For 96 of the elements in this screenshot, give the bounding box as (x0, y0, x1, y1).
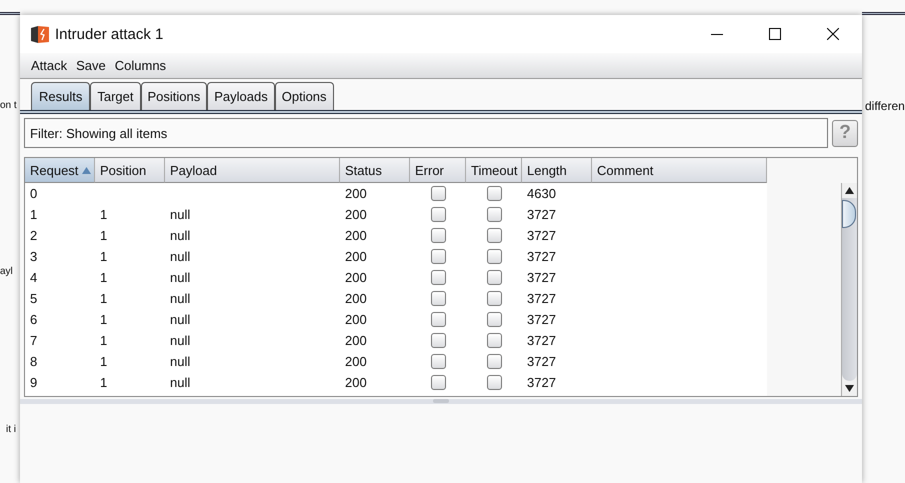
checkbox[interactable] (430, 291, 446, 306)
checkbox[interactable] (430, 354, 446, 369)
column-header[interactable]: Length (522, 158, 592, 183)
column-header[interactable]: Request (25, 158, 95, 183)
checkbox[interactable] (430, 312, 446, 327)
table-cell-text: 3727 (526, 332, 557, 350)
table-cell-text: 1 (99, 290, 108, 308)
checkbox[interactable] (486, 228, 502, 243)
menu-item[interactable]: Attack (31, 58, 68, 73)
table-cell-text: null (169, 227, 192, 245)
scrollbar[interactable] (841, 183, 857, 396)
table-cell-text: 7 (29, 332, 38, 350)
table-cell-text: 1 (99, 206, 108, 224)
app-icon (30, 24, 50, 44)
table-cell-text: 200 (344, 332, 368, 350)
column-header[interactable]: Position (95, 158, 165, 183)
table-cell-text: 3 (29, 248, 38, 266)
checkbox[interactable] (430, 249, 446, 264)
maximize-icon (769, 28, 781, 40)
table-cell-text: null (169, 290, 192, 308)
table-cell-text: 0 (29, 185, 38, 203)
background-text: on t (0, 99, 18, 113)
close-icon (827, 28, 839, 40)
checkbox[interactable] (486, 207, 502, 222)
menu-item[interactable]: Save (76, 58, 106, 73)
checkbox[interactable] (430, 228, 446, 243)
tab[interactable]: Payloads (207, 82, 275, 110)
filter-bar[interactable]: Filter: Showing all items (24, 118, 828, 148)
table-cell-text: 200 (344, 206, 368, 224)
table-cell-text: 200 (344, 227, 368, 245)
column-header[interactable]: Timeout (466, 158, 522, 183)
table-cell-text: 200 (344, 290, 368, 308)
checkbox[interactable] (486, 333, 502, 348)
column-header[interactable]: Status (340, 158, 410, 183)
table-cell-text: 3727 (526, 353, 557, 371)
background-text: differen (865, 99, 905, 113)
table-cell-text: 200 (344, 353, 368, 371)
table-cell-text: 8 (29, 353, 38, 371)
table-cell-text: null (169, 206, 192, 224)
checkbox[interactable] (486, 354, 502, 369)
checkbox[interactable] (486, 312, 502, 327)
checkbox[interactable] (486, 249, 502, 264)
checkbox[interactable] (430, 333, 446, 348)
table-cell-text: 1 (99, 311, 108, 329)
menu-item[interactable]: Columns (114, 58, 166, 73)
background-text: ayl (0, 265, 14, 279)
checkbox[interactable] (430, 270, 446, 285)
table-cell-text: 4630 (526, 185, 557, 203)
table-cell-text: 3727 (526, 290, 557, 308)
checkbox[interactable] (486, 375, 502, 390)
table-cell-text: 1 (99, 227, 108, 245)
table-cell-text: 3727 (526, 206, 557, 224)
table-cell-text: 6 (29, 311, 38, 329)
window-title: Intruder attack 1 (55, 26, 164, 42)
table-cell-text: null (169, 332, 192, 350)
scroll-thumb[interactable] (842, 200, 856, 228)
table-cell-text: null (169, 269, 192, 287)
table-cell-text: 3727 (526, 227, 557, 245)
table-cell-text: 1 (99, 353, 108, 371)
table-cell-text: 4 (29, 269, 38, 287)
table-cell-text: 9 (29, 374, 38, 392)
table-cell-text: 3727 (526, 374, 557, 392)
table-cell-text: 200 (344, 269, 368, 287)
table-cell-text: 1 (99, 248, 108, 266)
table-cell-text: 200 (344, 374, 368, 392)
table-cell-text: 200 (344, 311, 368, 329)
column-header[interactable]: Payload (165, 158, 340, 183)
checkbox[interactable] (430, 186, 446, 201)
table-cell-text: 5 (29, 290, 38, 308)
table-cell-text: null (169, 353, 192, 371)
table-cell-text: 2 (29, 227, 38, 245)
table-cell-text: 200 (344, 248, 368, 266)
table-cell-text: 3727 (526, 269, 557, 287)
table-cell-text: null (169, 248, 192, 266)
table-cell-text: 3727 (526, 311, 557, 329)
tab[interactable]: Options (274, 82, 334, 110)
column-header[interactable]: Comment (592, 158, 767, 183)
table-cell-text: 200 (344, 185, 368, 203)
table-cell-text: 3727 (526, 248, 557, 266)
sort-arrow-icon (82, 166, 92, 174)
table-cell-text: 1 (29, 206, 38, 224)
checkbox[interactable] (486, 291, 502, 306)
table-cell-text: null (169, 374, 192, 392)
tab[interactable]: Positions (140, 82, 208, 110)
background-text: it i (6, 423, 17, 437)
table-cell-text: 1 (99, 269, 108, 287)
column-header[interactable]: Error (410, 158, 466, 183)
table-cell-text: 1 (99, 332, 108, 350)
checkbox[interactable] (486, 186, 502, 201)
checkbox[interactable] (430, 207, 446, 222)
checkbox[interactable] (430, 375, 446, 390)
checkbox[interactable] (486, 270, 502, 285)
table-cell-text: 1 (99, 374, 108, 392)
table-cell-text: null (169, 311, 192, 329)
tab[interactable]: Results (31, 82, 90, 110)
tab[interactable]: Target (90, 82, 140, 110)
